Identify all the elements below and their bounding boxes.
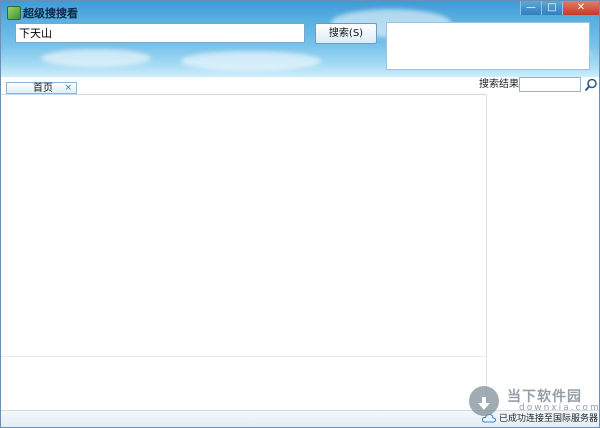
search-input[interactable]: [15, 23, 305, 43]
app-window: 超级搜搜看 — □ ✕ 搜索(S) 首页 × 搜索结果 已成功连接至国际服务器: [0, 0, 600, 428]
magnifier-icon[interactable]: [584, 78, 598, 92]
results-label: 搜索结果: [479, 79, 519, 90]
bottom-pane: [1, 356, 486, 411]
download-circle-icon: [469, 386, 499, 416]
header-banner: 超级搜搜看 — □ ✕ 搜索(S): [1, 1, 599, 77]
results-sidebar[interactable]: [487, 94, 599, 410]
close-button[interactable]: ✕: [562, 1, 599, 15]
results-filter-input[interactable]: [519, 77, 581, 92]
maximize-button[interactable]: □: [541, 1, 562, 15]
watermark-logo: 当下软件园 downxia.com: [469, 382, 599, 420]
cloud-decoration: [41, 49, 151, 67]
browser-content-area[interactable]: [1, 94, 487, 357]
preview-panel: [386, 22, 590, 70]
window-title: 超级搜搜看: [23, 7, 78, 20]
watermark-url: downxia.com: [519, 403, 600, 413]
tab-home[interactable]: 首页 ×: [6, 82, 77, 94]
download-arrow-icon: [478, 397, 490, 410]
search-button[interactable]: 搜索(S): [315, 23, 377, 44]
minimize-button[interactable]: —: [520, 1, 541, 15]
tab-label: 首页: [33, 83, 53, 94]
app-icon: [7, 6, 21, 20]
tab-close-icon[interactable]: ×: [64, 83, 72, 94]
window-controls: — □ ✕: [520, 1, 599, 15]
cloud-decoration: [181, 51, 321, 71]
